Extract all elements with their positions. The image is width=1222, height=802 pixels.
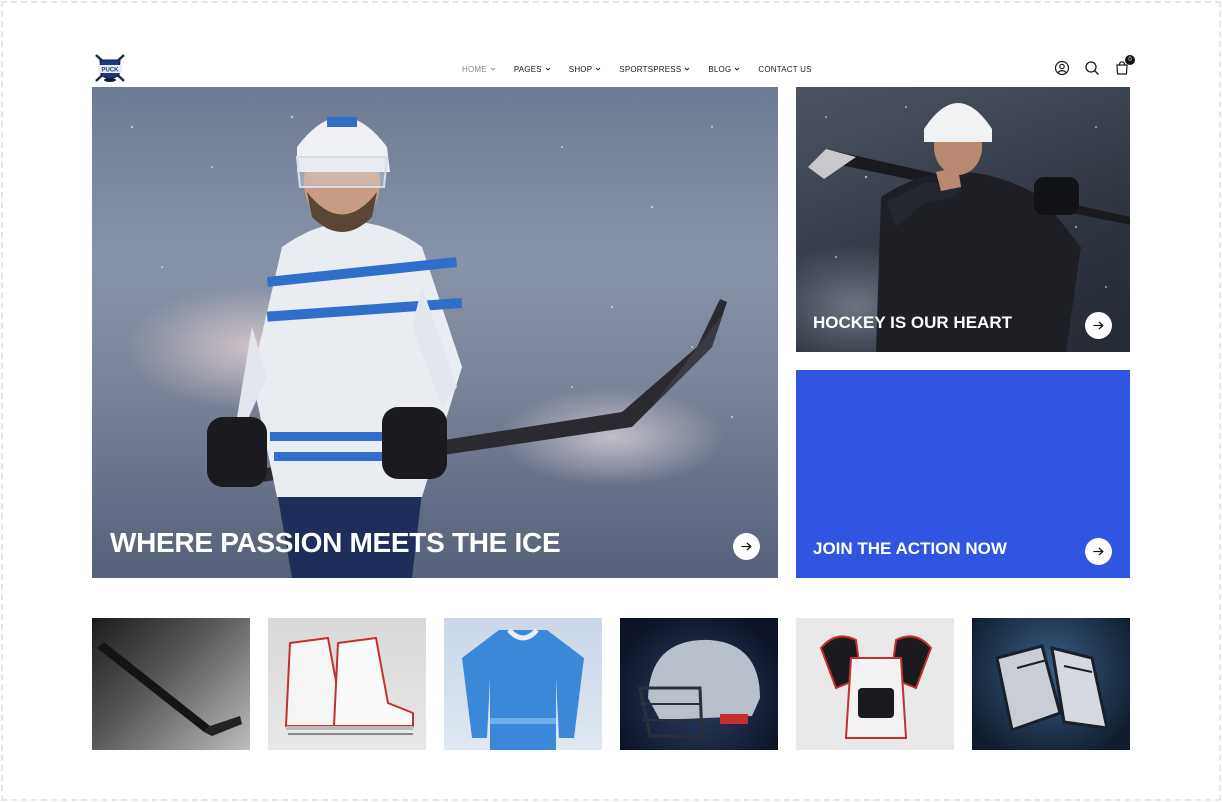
nav-item-sportspress[interactable]: SPORTSPRESS <box>619 65 690 74</box>
site-logo[interactable]: PUCK <box>92 51 128 85</box>
nav-item-label: BLOG <box>708 64 732 74</box>
hero-title: WHERE PASSION MEETS THE ICE <box>110 527 561 558</box>
product-thumb-jersey[interactable] <box>444 618 602 750</box>
nav-item-label: HOME <box>462 64 487 74</box>
hockey-player-image <box>130 115 734 578</box>
hockey-skates-image <box>284 636 414 735</box>
promo-tile-hockey-heart[interactable]: HOCKEY IS OUR HEART <box>796 87 1130 352</box>
cart-button[interactable]: 0 <box>1114 55 1135 76</box>
chevron-down-icon <box>685 67 690 71</box>
nav-item-home[interactable]: HOME <box>462 65 496 74</box>
nav-item-label: SPORTSPRESS <box>619 64 682 74</box>
nav-item-pages[interactable]: PAGES <box>514 65 551 74</box>
nav-item-contact-us[interactable]: CONTACT US <box>758 65 811 74</box>
hockey-jersey-image <box>462 628 584 750</box>
hero-arrow-button[interactable] <box>733 533 760 560</box>
search-icon[interactable] <box>1084 60 1100 76</box>
nav-item-label: CONTACT US <box>758 64 812 74</box>
nav-item-shop[interactable]: SHOP <box>569 65 601 74</box>
promo-bottom-title: JOIN THE ACTION NOW <box>813 539 1007 558</box>
arrow-right-icon <box>1093 321 1104 330</box>
hero-banner[interactable]: WHERE PASSION MEETS THE ICE <box>92 87 778 578</box>
header-actions: 0 <box>1054 55 1135 76</box>
product-thumb-skates[interactable] <box>268 618 426 750</box>
user-circle-icon[interactable] <box>1054 60 1070 76</box>
arrow-right-icon <box>741 542 752 551</box>
cart-count-badge: 0 <box>1125 55 1135 65</box>
hockey-gloves-image <box>995 644 1109 732</box>
product-thumb-gloves[interactable] <box>972 618 1130 750</box>
promo-top-title: HOCKEY IS OUR HEART <box>813 313 1012 332</box>
svg-text:PUCK: PUCK <box>101 68 119 74</box>
product-thumb-shoulder-pads[interactable] <box>796 618 954 750</box>
chevron-down-icon <box>545 67 551 71</box>
product-thumb-helmet[interactable] <box>620 618 778 750</box>
product-category-row <box>92 618 1130 750</box>
hockey-stick-image <box>97 642 242 736</box>
product-thumb-stick[interactable] <box>92 618 250 750</box>
hockey-helmet-image <box>638 639 760 738</box>
shoulder-pads-image <box>819 635 933 739</box>
main-nav: HOME PAGES SHOP SPORTSPRESS BLOG CONTACT… <box>462 63 812 75</box>
promo-top-arrow-button[interactable] <box>1085 312 1112 339</box>
chevron-down-icon <box>490 67 496 71</box>
promo-tile-join-action[interactable]: JOIN THE ACTION NOW <box>796 370 1130 578</box>
nav-item-blog[interactable]: BLOG <box>708 65 740 74</box>
logo-emblem-icon: PUCK <box>95 54 125 82</box>
promo-bottom-arrow-button[interactable] <box>1085 538 1112 565</box>
chevron-down-icon <box>735 67 740 71</box>
chevron-down-icon <box>595 67 601 71</box>
nav-item-label: PAGES <box>513 64 542 74</box>
nav-item-label: SHOP <box>568 64 593 74</box>
arrow-right-icon <box>1093 547 1104 556</box>
